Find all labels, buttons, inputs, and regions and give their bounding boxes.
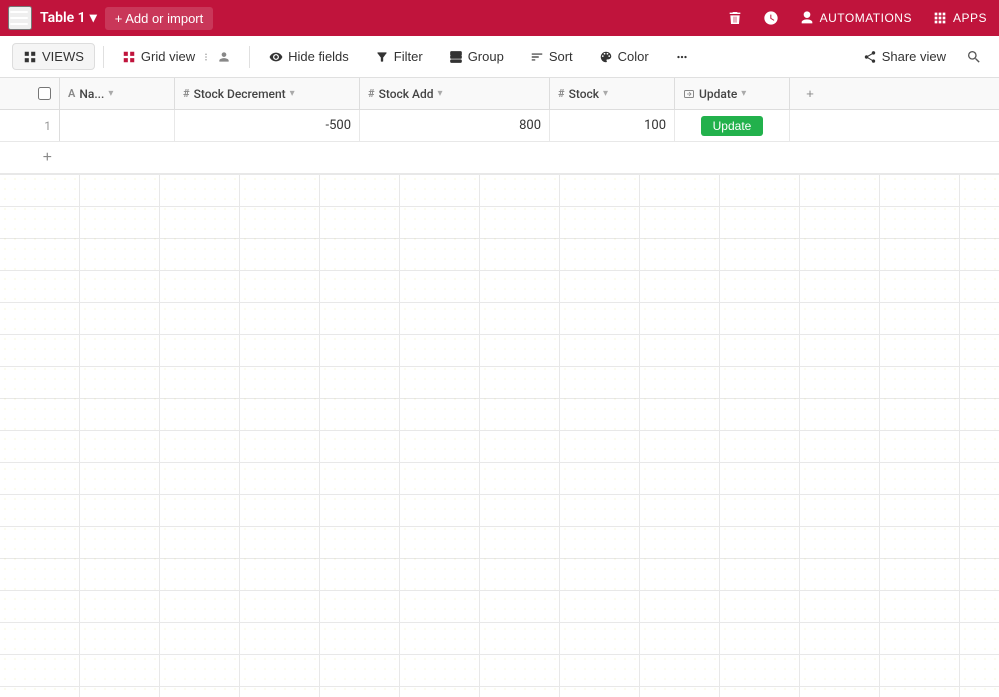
sort-button[interactable]: Sort xyxy=(519,43,584,70)
column-header-update-dropdown-icon: ▾ xyxy=(741,88,746,99)
group-icon xyxy=(449,50,463,64)
column-header-stock-label: Stock xyxy=(569,87,599,101)
toolbar-divider-2 xyxy=(249,46,250,68)
grid-background xyxy=(0,174,999,697)
table-container: A Na... ▾ # Stock Decrement ▾ # Stock Ad… xyxy=(0,78,999,174)
filter-label: Filter xyxy=(394,49,423,64)
apps-button[interactable]: APPS xyxy=(928,8,991,28)
top-bar: Table 1 ▾ + Add or import AUTOMATIONS xyxy=(0,0,999,36)
share-view-icon xyxy=(863,50,877,64)
hide-fields-label: Hide fields xyxy=(288,49,349,64)
row-1-update-cell[interactable]: Update xyxy=(675,110,790,141)
history-icon-button[interactable] xyxy=(759,8,783,28)
search-button[interactable] xyxy=(961,44,987,70)
top-bar-right: AUTOMATIONS APPS xyxy=(723,8,991,28)
row-1-stock-add-cell[interactable]: 800 xyxy=(360,110,550,141)
select-all-checkbox[interactable] xyxy=(38,87,51,100)
filter-button[interactable]: Filter xyxy=(364,43,434,70)
trash-icon xyxy=(727,10,743,26)
column-header-stock-dec-dropdown-icon: ▾ xyxy=(290,88,295,99)
group-button[interactable]: Group xyxy=(438,43,515,70)
column-header-update[interactable]: Update ▾ xyxy=(675,78,790,109)
table-title-text: Table 1 xyxy=(40,10,86,26)
stock-col-hash-icon: # xyxy=(558,87,565,100)
row-1-stock-dec-value: -500 xyxy=(325,118,351,133)
column-header-name-label: Na... xyxy=(79,87,104,101)
filter-icon xyxy=(375,50,389,64)
add-column-button[interactable]: + xyxy=(790,78,830,109)
color-button[interactable]: Color xyxy=(588,43,660,70)
stock-add-col-hash-icon: # xyxy=(368,87,375,100)
column-header-stock-add[interactable]: # Stock Add ▾ xyxy=(360,78,550,109)
hide-fields-button[interactable]: Hide fields xyxy=(258,43,360,70)
row-1-num: 1 xyxy=(0,110,60,141)
column-header-stock-dropdown-icon: ▾ xyxy=(603,88,608,99)
row-1-stock-dec-cell[interactable]: -500 xyxy=(175,110,360,141)
grid-view-button[interactable]: Grid view xyxy=(112,44,241,69)
group-label: Group xyxy=(468,49,504,64)
views-label: VIEWS xyxy=(42,49,84,64)
column-header-stock-add-dropdown-icon: ▾ xyxy=(438,88,443,99)
row-1-number: 1 xyxy=(44,119,51,133)
trash-icon-button[interactable] xyxy=(723,8,747,28)
automations-button[interactable]: AUTOMATIONS xyxy=(795,8,916,28)
column-header-stock[interactable]: # Stock ▾ xyxy=(550,78,675,109)
column-header-row: A Na... ▾ # Stock Decrement ▾ # Stock Ad… xyxy=(0,78,999,110)
share-view-label: Share view xyxy=(882,49,946,64)
row-1-update-button[interactable]: Update xyxy=(701,116,764,136)
grid-view-label: Grid view xyxy=(141,49,195,64)
update-col-btn-icon xyxy=(683,88,695,100)
automations-icon xyxy=(799,10,815,26)
color-label: Color xyxy=(618,49,649,64)
apps-label: APPS xyxy=(953,11,987,25)
table-row: 1 -500 800 100 Update xyxy=(0,110,999,142)
toolbar-divider-1 xyxy=(103,46,104,68)
add-column-icon: + xyxy=(806,86,814,101)
color-icon xyxy=(599,50,613,64)
column-header-stock-dec[interactable]: # Stock Decrement ▾ xyxy=(175,78,360,109)
hide-fields-icon xyxy=(269,50,283,64)
views-icon xyxy=(23,50,37,64)
automations-label: AUTOMATIONS xyxy=(820,11,912,25)
row-1-name-cell[interactable] xyxy=(60,110,175,141)
grid-view-icon xyxy=(122,50,136,64)
search-icon xyxy=(966,49,982,65)
add-row-button[interactable]: + xyxy=(0,142,60,173)
share-view-button[interactable]: Share view xyxy=(852,43,957,70)
column-header-name-dropdown-icon: ▾ xyxy=(108,88,113,99)
apps-icon xyxy=(932,10,948,26)
grid-view-users-icon xyxy=(217,50,231,64)
column-header-stock-dec-label: Stock Decrement xyxy=(194,87,286,101)
more-button[interactable] xyxy=(664,44,700,70)
toolbar: VIEWS Grid view Hide fields Filter Group xyxy=(0,36,999,78)
column-header-update-label: Update xyxy=(699,87,737,101)
history-icon xyxy=(763,10,779,26)
table-title: Table 1 ▾ xyxy=(40,10,97,26)
add-import-label: + Add or import xyxy=(115,11,204,26)
table-title-chevron-icon: ▾ xyxy=(90,10,97,26)
add-row-icon: + xyxy=(43,149,52,167)
add-or-import-button[interactable]: + Add or import xyxy=(105,7,214,30)
name-col-text-icon: A xyxy=(68,87,75,100)
views-button[interactable]: VIEWS xyxy=(12,43,95,70)
row-1-stock-add-value: 800 xyxy=(519,118,541,133)
add-row: + xyxy=(0,142,999,174)
more-icon xyxy=(675,50,689,64)
row-1-stock-value: 100 xyxy=(644,118,666,133)
row-num-header xyxy=(0,78,60,109)
menu-icon-button[interactable] xyxy=(8,6,32,30)
sort-icon xyxy=(530,50,544,64)
stock-dec-col-hash-icon: # xyxy=(183,87,190,100)
column-header-name[interactable]: A Na... ▾ xyxy=(60,78,175,109)
row-1-stock-cell[interactable]: 100 xyxy=(550,110,675,141)
sort-label: Sort xyxy=(549,49,573,64)
grid-view-options-icon xyxy=(200,51,212,63)
column-header-stock-add-label: Stock Add xyxy=(379,87,434,101)
